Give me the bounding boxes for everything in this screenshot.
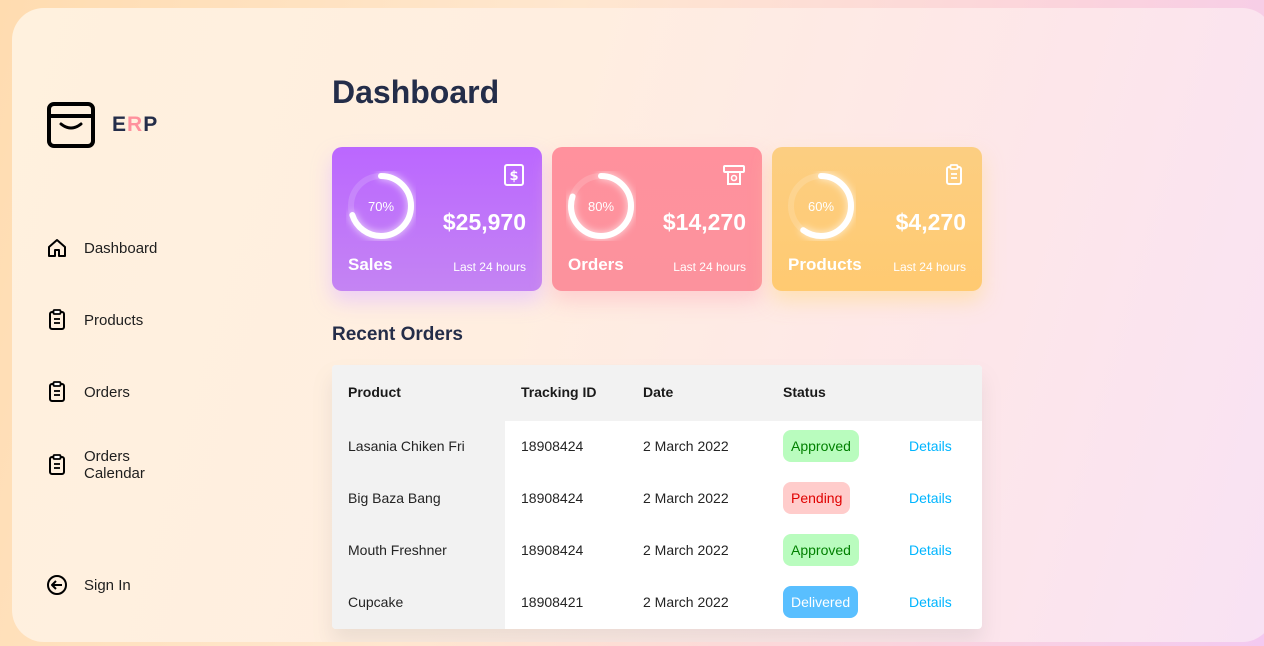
cell-product: Lasania Chiken Fri <box>348 438 465 454</box>
dollar-icon: $ <box>504 164 524 186</box>
status-badge: Approved <box>783 430 859 462</box>
recent-orders-table: Product Tracking ID Date Status Lasania … <box>332 365 982 629</box>
details-link[interactable]: Details <box>909 490 952 506</box>
progress-percent: 70% <box>367 198 395 214</box>
cell-tracking-id: 18908424 <box>521 490 584 506</box>
cell-date: 2 March 2022 <box>643 490 729 506</box>
sign-in-label: Sign In <box>84 576 131 594</box>
recent-orders-title: Recent Orders <box>332 324 463 345</box>
home-icon <box>46 237 68 259</box>
cell-tracking-id: 18908424 <box>521 542 584 558</box>
sign-in-button[interactable]: Sign In <box>46 574 174 596</box>
card-amount: $4,270 <box>895 209 966 235</box>
cell-tracking-id: 18908424 <box>521 438 584 454</box>
shopping-bag-icon <box>47 102 95 148</box>
clipboard-icon <box>46 454 68 476</box>
brand-name: ERP <box>112 113 158 137</box>
sidebar-item-label: Orders Calendar <box>84 448 145 482</box>
sidebar-item-orders-calendar[interactable]: Orders Calendar <box>46 448 174 482</box>
details-link[interactable]: Details <box>909 542 952 558</box>
card-amount: $14,270 <box>662 209 746 235</box>
column-header[interactable]: Tracking ID <box>521 384 596 400</box>
card-subtitle: Last 24 hours <box>893 260 966 274</box>
cell-tracking-id: 18908421 <box>521 594 584 610</box>
sales-card[interactable]: 70% Sales $25,970 Last 24 hours $ <box>332 147 542 291</box>
column-header[interactable]: Date <box>643 384 673 400</box>
brand-name-part: E <box>112 113 128 136</box>
page-title: Dashboard <box>332 74 500 110</box>
clipboard-icon <box>46 381 68 403</box>
brand-name-accent: R <box>127 113 144 136</box>
sign-in-arrow-icon <box>46 574 68 596</box>
cell-date: 2 March 2022 <box>643 594 729 610</box>
card-subtitle: Last 24 hours <box>673 260 746 274</box>
sidebar-item-label: Dashboard <box>84 239 158 257</box>
sidebar-item-products[interactable]: Products <box>46 309 174 331</box>
cell-product: Mouth Freshner <box>348 542 447 558</box>
cell-date: 2 March 2022 <box>643 542 729 558</box>
clipboard-icon <box>46 309 68 331</box>
status-badge: Delivered <box>783 586 859 618</box>
clipboard-icon <box>946 164 962 185</box>
status-badge: Pending <box>783 482 851 514</box>
progress-percent: 60% <box>807 198 835 214</box>
svg-text:$: $ <box>509 169 518 184</box>
details-link[interactable]: Details <box>909 594 952 610</box>
cell-product: Cupcake <box>348 594 404 610</box>
brand-name-part: P <box>143 113 159 136</box>
card-name: Products <box>788 255 862 274</box>
progress-percent: 80% <box>587 198 615 214</box>
card-amount: $25,970 <box>442 209 526 235</box>
cell-product: Big Baza Bang <box>348 490 441 506</box>
card-name: Sales <box>348 255 393 274</box>
orders-card[interactable]: 80% Orders $14,270 Last 24 hours <box>552 147 762 291</box>
card-name: Orders <box>568 255 624 274</box>
sidebar-item-label: Orders <box>84 383 130 401</box>
details-link[interactable]: Details <box>909 438 952 454</box>
column-header[interactable]: Status <box>783 384 826 400</box>
money-icon <box>723 165 745 185</box>
products-card[interactable]: 60% Products $4,270 Last 24 hours <box>772 147 982 291</box>
status-badge: Approved <box>783 534 859 566</box>
column-header[interactable]: Product <box>348 384 401 400</box>
sidebar-item-dashboard[interactable]: Dashboard <box>46 237 174 259</box>
cell-date: 2 March 2022 <box>643 438 729 454</box>
brand-logo[interactable]: ERP <box>46 100 158 150</box>
app-window: ERP Dashboard Products Orders Orders Cal… <box>12 8 1264 642</box>
sidebar-item-orders[interactable]: Orders <box>46 381 174 403</box>
sidebar-item-label: Products <box>84 311 144 329</box>
card-subtitle: Last 24 hours <box>453 260 526 274</box>
